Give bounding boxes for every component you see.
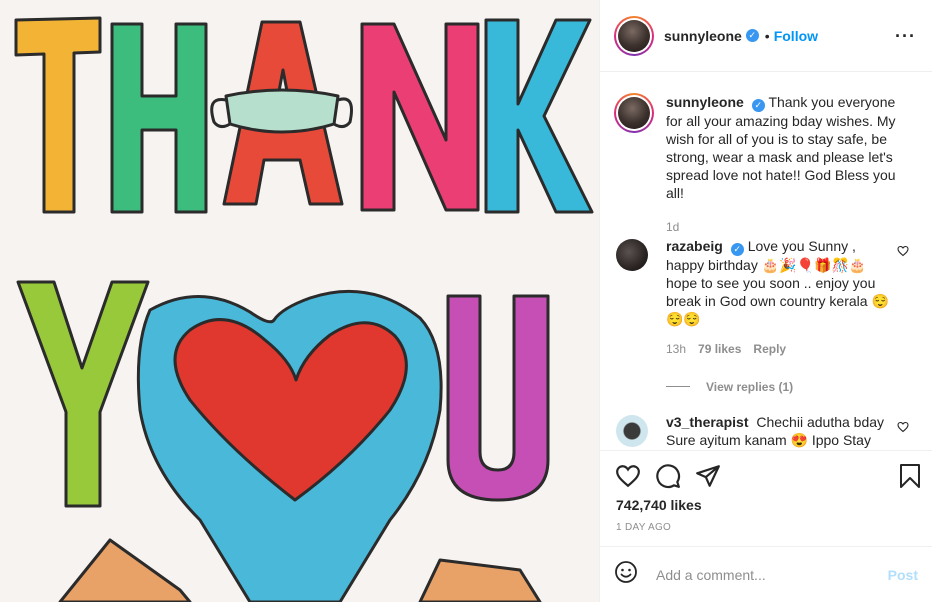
caption-time[interactable]: 1d xyxy=(666,218,679,236)
view-replies-button[interactable]: View replies (1) xyxy=(666,378,896,396)
more-horizontal-icon[interactable]: ··· xyxy=(895,27,916,45)
heart-icon[interactable] xyxy=(614,462,642,490)
comment-likes[interactable]: 79 likes xyxy=(698,340,741,358)
divider xyxy=(666,386,690,387)
caption-username[interactable]: sunnyleone xyxy=(666,94,744,110)
avatar[interactable] xyxy=(616,239,648,271)
author-username[interactable]: sunnyleone xyxy=(664,28,742,44)
thank-you-illustration xyxy=(0,0,599,602)
likes-count[interactable]: 742,740 likes xyxy=(616,497,702,513)
comment-input[interactable] xyxy=(656,566,880,583)
post-timestamp[interactable]: 1 DAY AGO xyxy=(616,522,671,533)
bookmark-icon[interactable] xyxy=(896,462,924,490)
avatar[interactable] xyxy=(614,93,654,133)
comment-username[interactable]: v3_therapist xyxy=(666,414,748,430)
avatar[interactable] xyxy=(616,415,648,447)
separator-dot: • xyxy=(764,27,770,44)
smiley-icon[interactable] xyxy=(614,560,642,590)
comment-time[interactable]: 13h xyxy=(666,340,686,358)
comment-icon[interactable] xyxy=(654,462,682,490)
comment-item: razabeig ✓ Love you Sunny , happy birthda… xyxy=(614,237,919,396)
reply-button[interactable]: Reply xyxy=(753,340,786,358)
share-icon[interactable] xyxy=(694,462,722,490)
avatar[interactable] xyxy=(614,15,654,56)
verified-badge-icon: ✓ xyxy=(751,98,765,112)
post-comment-button[interactable]: Post xyxy=(888,567,918,583)
follow-button[interactable]: Follow xyxy=(774,28,818,44)
post-image[interactable] xyxy=(0,0,600,602)
view-replies-label: View replies (1) xyxy=(706,379,794,394)
add-comment-bar: Post xyxy=(600,546,932,602)
comment-like-icon[interactable] xyxy=(897,421,909,436)
verified-badge-icon: ✓ xyxy=(745,29,759,42)
comment-like-icon[interactable] xyxy=(897,245,909,260)
post-actions xyxy=(614,458,924,494)
caption-item: sunnyleone ✓ Thank you everyone for all y… xyxy=(614,93,919,236)
comments-list[interactable]: sunnyleone ✓ Thank you everyone for all y… xyxy=(600,73,932,451)
post-header: sunnyleone ✓ • Follow ··· xyxy=(600,0,932,72)
verified-badge-icon: ✓ xyxy=(730,242,744,256)
comment-item: v3_therapist Chechii adutha bday Sure ay… xyxy=(614,413,919,449)
post-side-panel: sunnyleone ✓ • Follow ··· sunnyleone ✓ Th… xyxy=(600,0,932,602)
comment-username[interactable]: razabeig xyxy=(666,238,723,254)
